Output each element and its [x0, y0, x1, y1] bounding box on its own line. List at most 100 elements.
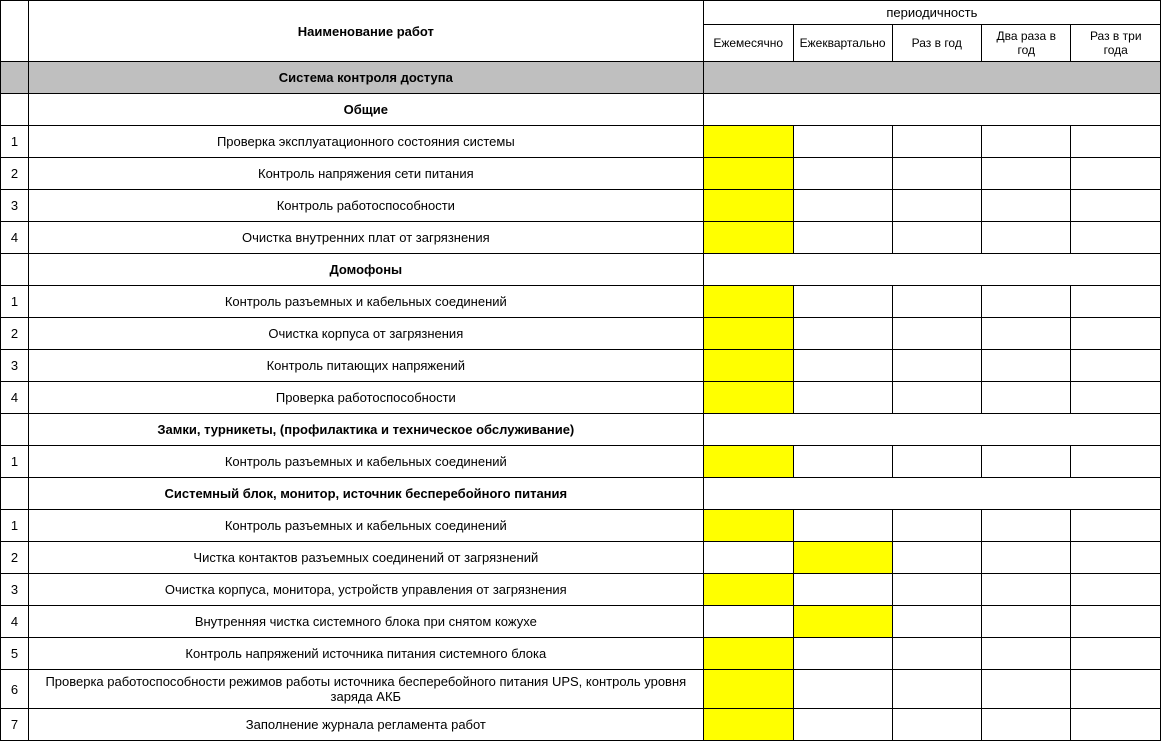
row-name: Контроль напряжения сети питания: [28, 158, 703, 190]
row-num: 4: [1, 222, 29, 254]
period-cell: [892, 542, 981, 574]
period-cell: [892, 126, 981, 158]
period-cell: [892, 606, 981, 638]
row-name: Внутренняя чистка системного блока при с…: [28, 606, 703, 638]
period-cell: [703, 709, 793, 741]
period-cell: [703, 222, 793, 254]
main-section-title: Система контроля доступа: [28, 62, 703, 94]
period-cell: [703, 318, 793, 350]
period-cell: [981, 190, 1071, 222]
period-cell: [892, 709, 981, 741]
period-cell: [981, 222, 1071, 254]
row-name: Контроль разъемных и кабельных соединени…: [28, 286, 703, 318]
row-num: 5: [1, 638, 29, 670]
period-cell: [703, 126, 793, 158]
period-cell: [1071, 606, 1161, 638]
row-name: Заполнение журнала регламента работ: [28, 709, 703, 741]
row-name: Контроль разъемных и кабельных соединени…: [28, 446, 703, 478]
period-cell: [1071, 126, 1161, 158]
period-cell: [1071, 542, 1161, 574]
subsection-num: [1, 254, 29, 286]
period-cell: [981, 286, 1071, 318]
header-period-col: Ежеквартально: [793, 25, 892, 62]
period-cell: [703, 350, 793, 382]
row-name: Контроль питающих напряжений: [28, 350, 703, 382]
period-cell: [793, 158, 892, 190]
period-cell: [1071, 222, 1161, 254]
header-period-col: Раз в три года: [1071, 25, 1161, 62]
header-period-col: Два раза в год: [981, 25, 1071, 62]
row-name: Проверка работоспособности: [28, 382, 703, 414]
main-section-num: [1, 62, 29, 94]
period-cell: [703, 446, 793, 478]
row-num: 4: [1, 606, 29, 638]
header-period-col: Раз в год: [892, 25, 981, 62]
period-cell: [703, 638, 793, 670]
period-cell: [892, 510, 981, 542]
period-cell: [1071, 286, 1161, 318]
header-period-col: Ежемесячно: [703, 25, 793, 62]
row-num: 2: [1, 318, 29, 350]
subsection-num: [1, 414, 29, 446]
period-cell: [703, 574, 793, 606]
row-num: 1: [1, 510, 29, 542]
row-name: Очистка корпуса от загрязнения: [28, 318, 703, 350]
period-cell: [793, 126, 892, 158]
period-cell: [892, 574, 981, 606]
period-cell: [981, 126, 1071, 158]
period-cell: [1071, 382, 1161, 414]
header-num: [1, 1, 29, 62]
subsection-title: Замки, турникеты, (профилактика и технич…: [28, 414, 703, 446]
period-cell: [1071, 638, 1161, 670]
subsection-periods: [703, 478, 1160, 510]
subsection-num: [1, 478, 29, 510]
period-cell: [793, 190, 892, 222]
row-name: Контроль напряжений источника питания си…: [28, 638, 703, 670]
row-num: 3: [1, 350, 29, 382]
period-cell: [703, 158, 793, 190]
period-cell: [892, 446, 981, 478]
row-name: Контроль разъемных и кабельных соединени…: [28, 510, 703, 542]
period-cell: [892, 286, 981, 318]
period-cell: [892, 158, 981, 190]
period-cell: [1071, 709, 1161, 741]
period-cell: [703, 510, 793, 542]
row-num: 7: [1, 709, 29, 741]
period-cell: [981, 350, 1071, 382]
period-cell: [981, 670, 1071, 709]
period-cell: [793, 446, 892, 478]
period-cell: [892, 670, 981, 709]
row-num: 4: [1, 382, 29, 414]
period-cell: [793, 382, 892, 414]
subsection-periods: [703, 94, 1160, 126]
period-cell: [793, 638, 892, 670]
period-cell: [793, 574, 892, 606]
period-cell: [793, 510, 892, 542]
period-cell: [793, 350, 892, 382]
row-num: 1: [1, 286, 29, 318]
row-num: 6: [1, 670, 29, 709]
period-cell: [981, 510, 1071, 542]
period-cell: [981, 318, 1071, 350]
row-num: 2: [1, 542, 29, 574]
row-name: Очистка внутренних плат от загрязнения: [28, 222, 703, 254]
period-cell: [793, 318, 892, 350]
subsection-title: Домофоны: [28, 254, 703, 286]
period-cell: [703, 542, 793, 574]
period-cell: [981, 158, 1071, 190]
row-name: Контроль работоспособности: [28, 190, 703, 222]
period-cell: [981, 606, 1071, 638]
subsection-title: Системный блок, монитор, источник беспер…: [28, 478, 703, 510]
period-cell: [981, 446, 1071, 478]
period-cell: [703, 670, 793, 709]
period-cell: [981, 709, 1071, 741]
period-cell: [703, 286, 793, 318]
period-cell: [892, 350, 981, 382]
subsection-periods: [703, 414, 1160, 446]
period-cell: [892, 190, 981, 222]
period-cell: [981, 542, 1071, 574]
period-cell: [1071, 158, 1161, 190]
header-name: Наименование работ: [28, 1, 703, 62]
period-cell: [703, 606, 793, 638]
period-cell: [1071, 670, 1161, 709]
